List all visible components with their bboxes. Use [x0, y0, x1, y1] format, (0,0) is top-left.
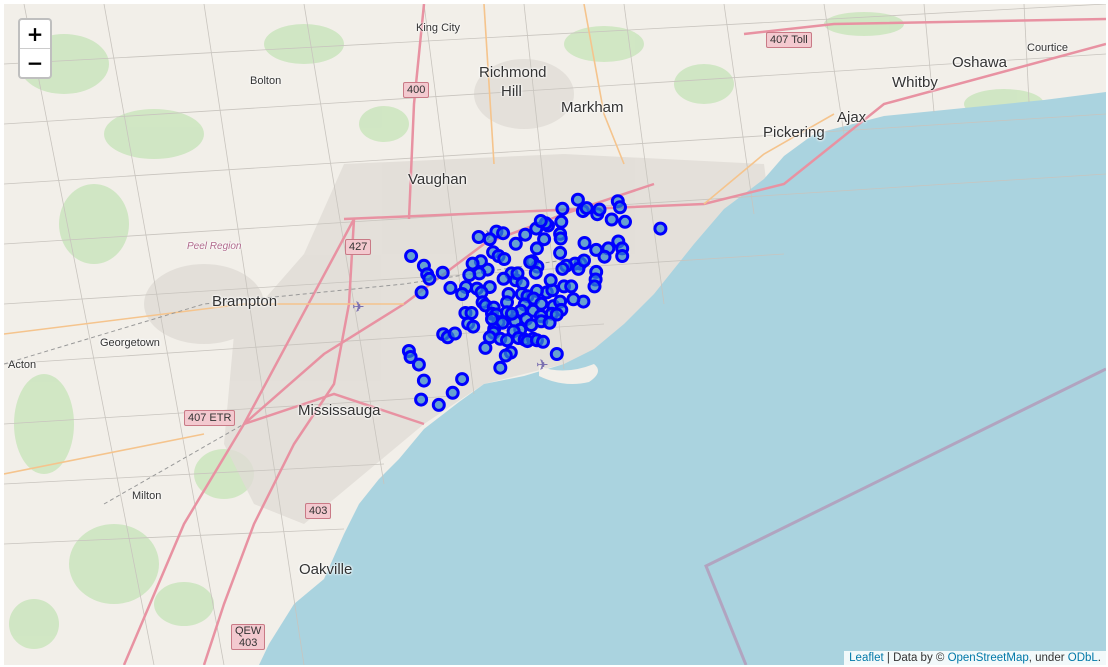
neighborhood-marker[interactable]: [577, 253, 591, 268]
neighborhood-marker[interactable]: [553, 231, 568, 246]
neighborhood-marker[interactable]: [422, 271, 437, 286]
neighborhood-marker[interactable]: [414, 392, 429, 407]
zoom-in-button[interactable]: +: [20, 20, 50, 48]
odbl-link[interactable]: ODbL: [1068, 652, 1098, 664]
neighborhood-marker[interactable]: [466, 319, 481, 334]
neighborhood-marker[interactable]: [443, 280, 458, 295]
neighborhood-marker[interactable]: [528, 265, 543, 280]
neighborhood-marker[interactable]: [411, 357, 426, 372]
neighborhood-marker[interactable]: [497, 252, 512, 266]
neighborhood-marker[interactable]: [455, 287, 470, 301]
neighborhood-marker[interactable]: [615, 249, 630, 263]
neighborhood-marker[interactable]: [536, 334, 550, 349]
osm-link[interactable]: OpenStreetMap: [948, 652, 1029, 664]
neighborhood-marker[interactable]: [416, 373, 431, 388]
neighborhood-marker[interactable]: [414, 285, 429, 300]
neighborhood-marker[interactable]: [508, 236, 523, 251]
neighborhood-marker[interactable]: [493, 360, 508, 375]
attribution-text: , under: [1028, 652, 1068, 664]
neighborhood-marker[interactable]: [471, 230, 486, 244]
neighborhood-marker[interactable]: [604, 212, 619, 227]
neighborhood-marker[interactable]: [577, 236, 592, 250]
neighborhood-marker[interactable]: [524, 318, 539, 333]
neighborhood-marker[interactable]: [504, 306, 519, 321]
neighborhood-marker[interactable]: [510, 266, 525, 281]
neighborhood-marker[interactable]: [613, 200, 627, 215]
neighborhood-marker[interactable]: [482, 232, 497, 247]
neighborhood-marker[interactable]: [500, 333, 514, 348]
zoom-control: + −: [18, 18, 52, 79]
leaflet-link[interactable]: Leaflet: [849, 652, 884, 664]
neighborhood-marker[interactable]: [431, 397, 446, 412]
neighborhood-marker[interactable]: [485, 312, 499, 326]
neighborhood-marker[interactable]: [653, 221, 668, 236]
neighborhood-marker[interactable]: [555, 261, 570, 276]
neighborhood-marker[interactable]: [445, 385, 460, 400]
neighborhood-marker[interactable]: [404, 249, 419, 263]
neighborhood-marker[interactable]: [566, 292, 581, 307]
neighborhood-marker[interactable]: [542, 315, 557, 330]
neighborhood-marker[interactable]: [533, 214, 548, 228]
neighborhood-marker[interactable]: [518, 227, 533, 242]
neighborhood-marker[interactable]: [455, 372, 470, 387]
map-container[interactable]: King City Richmond Hill Markham Bolton Whitby…: [4, 4, 1106, 665]
neighborhood-marker[interactable]: [543, 273, 558, 288]
zoom-out-button[interactable]: −: [20, 48, 50, 77]
neighborhood-marker[interactable]: [462, 268, 477, 282]
neighborhood-marker[interactable]: [555, 201, 570, 216]
neighborhood-marker[interactable]: [592, 202, 607, 217]
neighborhood-marker[interactable]: [482, 330, 497, 345]
neighborhood-marker[interactable]: [523, 255, 538, 269]
neighborhood-marker[interactable]: [496, 226, 511, 241]
attribution-text: | Data by ©: [883, 652, 948, 664]
neighborhood-marker[interactable]: [618, 214, 632, 229]
neighborhood-marker[interactable]: [597, 249, 612, 264]
neighborhood-marker[interactable]: [579, 201, 594, 216]
neighborhood-marker[interactable]: [553, 245, 568, 260]
neighborhood-markers: [401, 192, 668, 412]
neighborhood-marker[interactable]: [549, 347, 564, 361]
neighborhood-marker[interactable]: [554, 214, 569, 229]
neighborhood-marker[interactable]: [435, 265, 450, 280]
attribution: Leaflet | Data by © OpenStreetMap, under…: [844, 651, 1106, 665]
neighborhood-marker[interactable]: [564, 279, 579, 294]
neighborhood-marker[interactable]: [447, 326, 462, 341]
neighborhood-marker[interactable]: [498, 348, 513, 363]
neighborhood-marker[interactable]: [496, 271, 511, 286]
neighborhood-marker[interactable]: [587, 279, 602, 294]
attribution-text: .: [1097, 652, 1101, 664]
neighborhood-marker[interactable]: [529, 241, 544, 256]
